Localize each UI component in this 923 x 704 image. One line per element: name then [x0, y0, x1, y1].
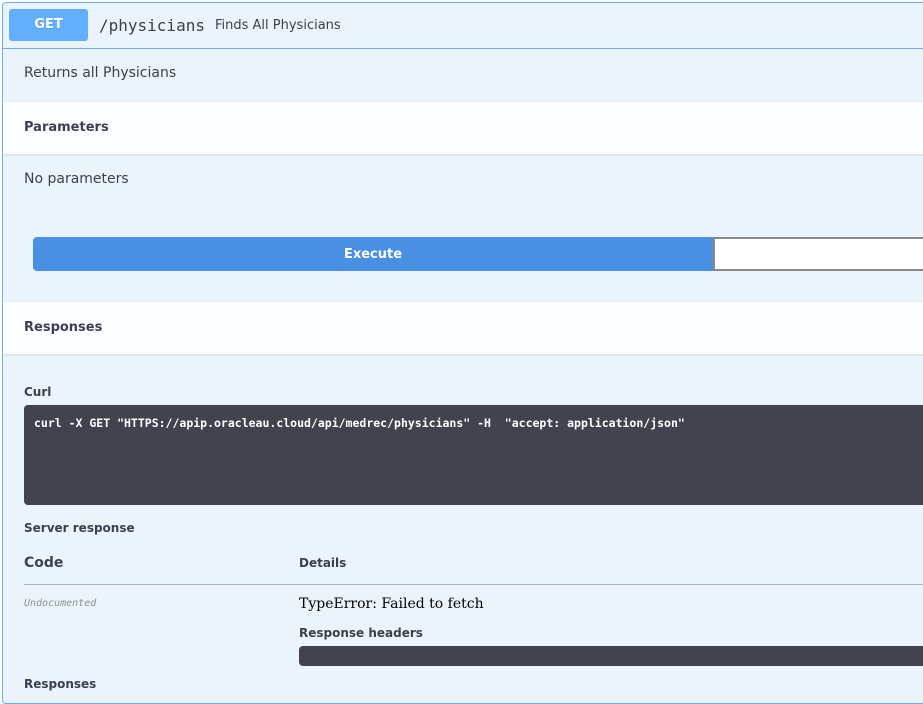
details-column-header: Details [299, 556, 347, 570]
code-column-header: Code [24, 555, 64, 571]
method-badge[interactable]: GET [9, 9, 88, 41]
no-parameters-text: No parameters [24, 171, 129, 187]
curl-label: Curl [24, 385, 52, 399]
operation-block: GET /physicians Finds All Physicians Ret… [2, 2, 923, 704]
responses-header: Responses [3, 302, 923, 354]
operation-path[interactable]: /physicians [99, 16, 205, 35]
response-headers-label: Response headers [299, 626, 423, 640]
table-divider [24, 584, 923, 585]
server-response-label: Server response [24, 521, 135, 535]
response-code: Undocumented [24, 598, 97, 609]
responses-title: Responses [24, 320, 103, 335]
operation-summary-text: Finds All Physicians [215, 18, 341, 33]
operation-summary[interactable]: GET /physicians Finds All Physicians [3, 3, 923, 49]
parameters-title: Parameters [24, 120, 109, 135]
responses-section-label: Responses [24, 677, 97, 691]
curl-code-block[interactable]: curl -X GET "HTTPS://apip.oracleau.cloud… [24, 405, 923, 505]
clear-button[interactable] [713, 237, 923, 271]
operation-description: Returns all Physicians [24, 65, 177, 81]
error-message: TypeError: Failed to fetch [299, 596, 484, 612]
execute-button[interactable]: Execute [33, 237, 713, 271]
parameters-header: Parameters [3, 102, 923, 154]
response-headers-block[interactable] [299, 646, 923, 666]
curl-command[interactable]: curl -X GET "HTTPS://apip.oracleau.cloud… [34, 416, 685, 430]
